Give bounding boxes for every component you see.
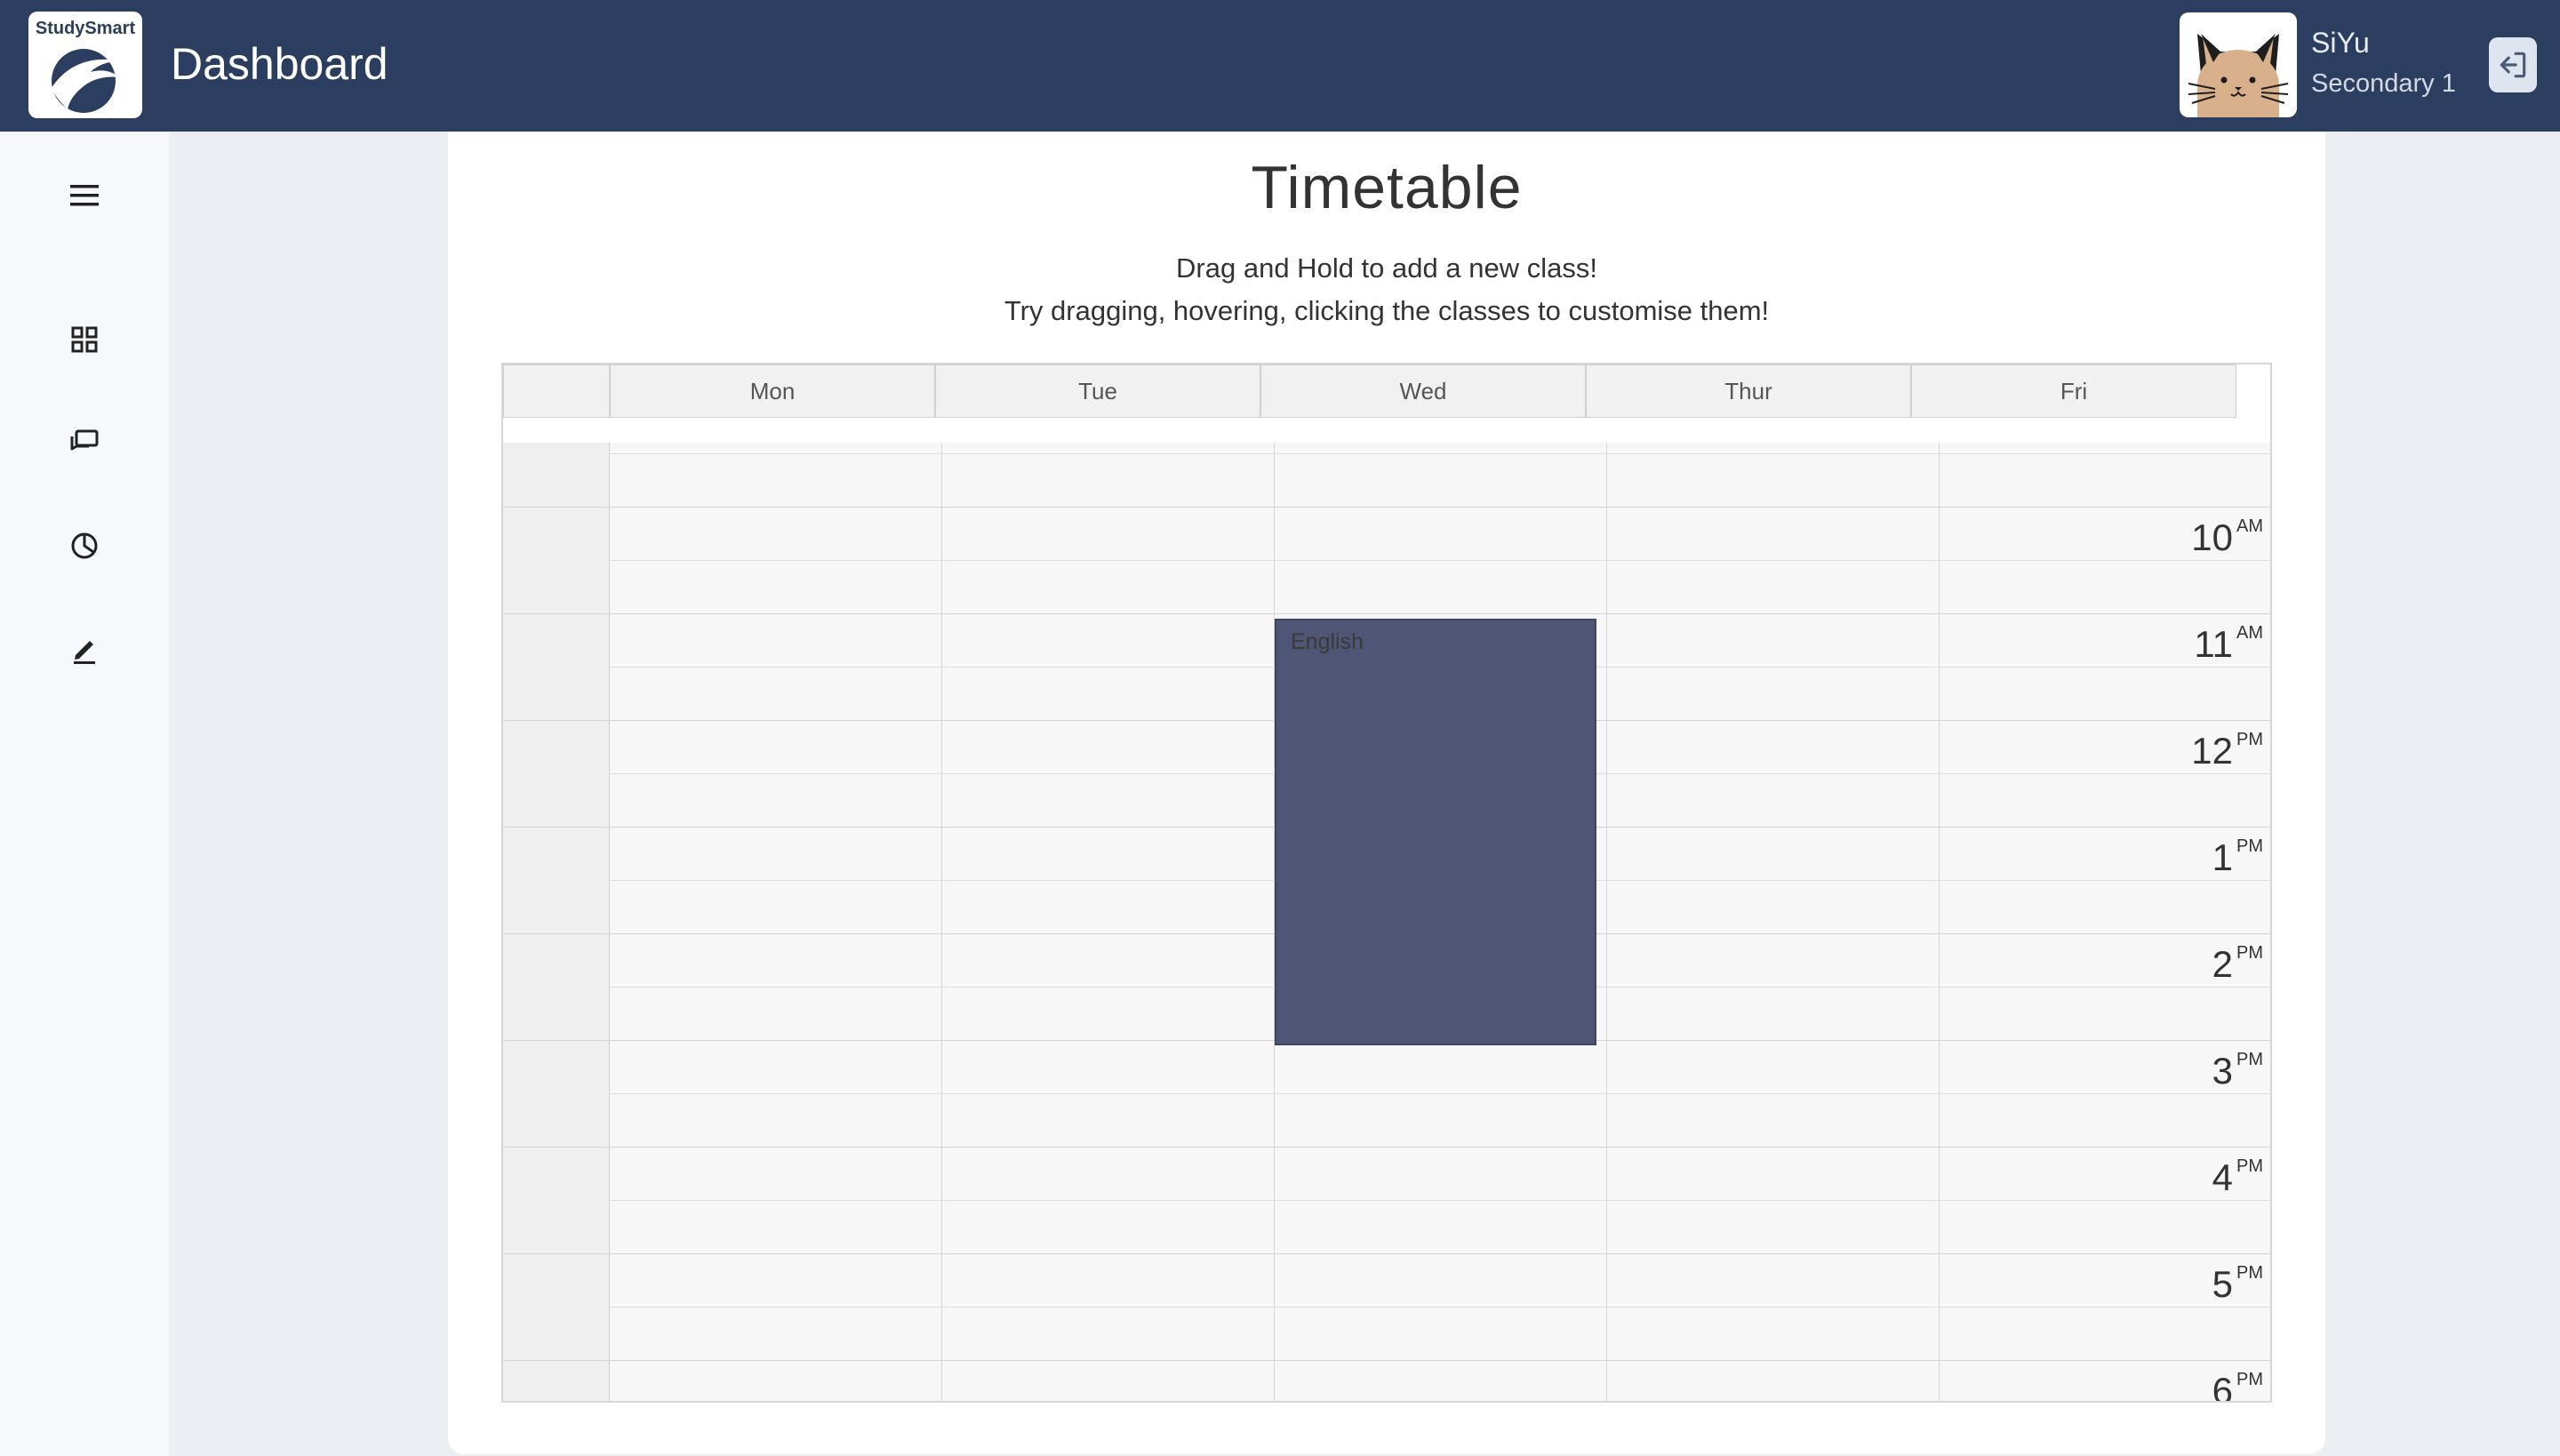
- half-hour-line: [610, 560, 2270, 561]
- time-label-period: PM: [2236, 1370, 2263, 1389]
- day-header-thur[interactable]: Thur: [1586, 364, 1911, 418]
- time-label: 11 AM: [2194, 623, 2263, 665]
- time-label-hour: 5: [2212, 1263, 2233, 1305]
- time-label-hour: 6: [2212, 1370, 2233, 1403]
- logout-button[interactable]: [2489, 37, 2537, 92]
- calendar-grid: 10 AM 11 AM 12 PM 1 PM 2 PM 3 PM 4 PM 5 PM 6 PM English: [503, 443, 2270, 1403]
- time-label: 12 PM: [2191, 730, 2263, 772]
- sidebar-item-forum[interactable]: [53, 416, 116, 469]
- hour-line: [503, 613, 2270, 614]
- timetable-instruction-1: Drag and Hold to add a new class!: [1176, 252, 1597, 284]
- user-class: Secondary 1: [2311, 69, 2456, 98]
- time-label: 3 PM: [2212, 1050, 2263, 1092]
- top-bar: StudySmart Dashboard SiYu Secondary 1: [0, 0, 2560, 132]
- calendar-corner: [503, 364, 610, 418]
- time-label-period: PM: [2236, 730, 2263, 749]
- day-header-mon[interactable]: Mon: [610, 364, 935, 418]
- hour-line: [503, 507, 2270, 508]
- class-event-label: English: [1291, 629, 1364, 654]
- day-header-wed[interactable]: Wed: [1260, 364, 1586, 418]
- calendar-header: Mon Tue Wed Thur Fri: [503, 364, 2236, 418]
- dashboard-grid-icon: [71, 326, 98, 353]
- time-label-period: PM: [2236, 943, 2263, 963]
- half-hour-line: [610, 1307, 2270, 1308]
- time-label-period: PM: [2236, 1156, 2263, 1176]
- timetable-calendar: Mon Tue Wed Thur Fri 10 AM 11 AM 12 PM 1 PM 2 PM 3…: [501, 363, 2272, 1403]
- logout-icon: [2500, 52, 2526, 78]
- time-label-hour: 3: [2212, 1050, 2233, 1092]
- time-label-hour: 2: [2212, 943, 2233, 985]
- sidebar-item-notes[interactable]: [53, 622, 116, 676]
- hamburger-menu-icon: [70, 185, 99, 206]
- user-name: SiYu: [2311, 27, 2370, 59]
- half-hour-line: [610, 1200, 2270, 1201]
- cat-avatar-icon: [2188, 34, 2289, 117]
- hour-line: [503, 1360, 2270, 1361]
- time-label-hour: 12: [2191, 730, 2233, 772]
- class-event-english[interactable]: English: [1275, 619, 1596, 1045]
- chat-bubbles-icon: [70, 429, 99, 451]
- eagle-logo-icon: [52, 49, 121, 113]
- time-label: 1 PM: [2212, 836, 2263, 878]
- time-label-period: AM: [2236, 516, 2263, 536]
- day-column-tue[interactable]: [942, 443, 1275, 1401]
- time-label: 5 PM: [2212, 1263, 2263, 1305]
- page-title: Dashboard: [171, 39, 388, 89]
- time-label: 10 AM: [2191, 516, 2263, 558]
- hour-line: [503, 1147, 2270, 1148]
- edit-pencil-icon: [74, 641, 95, 664]
- logo-text: StudySmart: [35, 19, 136, 38]
- day-header-tue[interactable]: Tue: [935, 364, 1260, 418]
- time-axis: [503, 443, 610, 1401]
- day-column-fri[interactable]: [1940, 443, 2270, 1401]
- day-header-fri[interactable]: Fri: [1911, 364, 2236, 418]
- menu-toggle-button[interactable]: [53, 169, 116, 222]
- time-label-period: AM: [2236, 623, 2263, 643]
- time-label-period: PM: [2236, 836, 2263, 856]
- time-label-hour: 1: [2212, 836, 2233, 878]
- time-label: 6 PM: [2212, 1370, 2263, 1403]
- time-label-hour: 10: [2191, 516, 2233, 558]
- time-label-hour: 11: [2194, 623, 2233, 665]
- day-column-mon[interactable]: [610, 443, 942, 1401]
- time-label-period: PM: [2236, 1050, 2263, 1069]
- day-column-thur[interactable]: [1607, 443, 1940, 1401]
- timetable-title: Timetable: [1251, 154, 1523, 221]
- clock-icon: [71, 532, 98, 559]
- time-label-hour: 4: [2212, 1156, 2233, 1198]
- app-logo[interactable]: StudySmart: [28, 12, 142, 118]
- half-hour-line: [610, 1093, 2270, 1094]
- time-label: 2 PM: [2212, 943, 2263, 985]
- calendar-body[interactable]: 10 AM 11 AM 12 PM 1 PM 2 PM 3 PM 4 PM 5 PM 6 PM English: [503, 443, 2270, 1403]
- timetable-instruction-2: Try dragging, hovering, clicking the cla…: [1004, 295, 1770, 326]
- hour-line: [503, 1253, 2270, 1254]
- half-hour-line: [610, 453, 2270, 454]
- sidebar-item-dashboard[interactable]: [53, 313, 116, 366]
- avatar[interactable]: [2180, 12, 2297, 117]
- time-label-period: PM: [2236, 1263, 2263, 1283]
- time-label: 4 PM: [2212, 1156, 2263, 1198]
- sidebar: [0, 132, 169, 1456]
- sidebar-item-progress[interactable]: [53, 519, 116, 572]
